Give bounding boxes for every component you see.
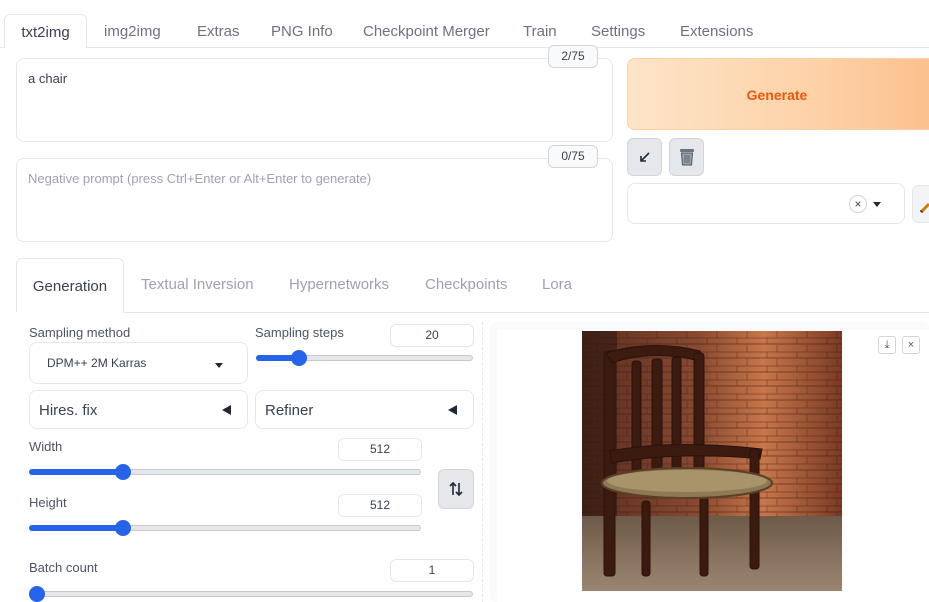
width-input[interactable]: 512: [338, 438, 422, 461]
tab-textual-inversion[interactable]: Textual Inversion: [141, 276, 254, 293]
swap-dimensions-button[interactable]: [438, 469, 474, 509]
tab-img2img[interactable]: img2img: [104, 16, 161, 48]
chevron-down-icon: [215, 363, 223, 368]
negative-prompt-token-counter: 0/75: [548, 145, 598, 168]
slider-thumb[interactable]: [291, 350, 308, 366]
tab-png-info[interactable]: PNG Info: [271, 16, 333, 48]
slider-track: [37, 591, 473, 597]
height-slider[interactable]: [29, 520, 421, 536]
batch-count-slider[interactable]: [29, 586, 473, 602]
tab-txt2img[interactable]: txt2img: [4, 14, 87, 49]
sampling-steps-label: Sampling steps: [255, 325, 344, 340]
collapse-arrow-icon: [222, 405, 231, 415]
batch-count-label: Batch count: [29, 560, 98, 575]
sampling-method-label: Sampling method: [29, 325, 131, 340]
tab-settings[interactable]: Settings: [591, 16, 645, 48]
prompt-token-counter: 2/75: [548, 45, 598, 68]
tab-checkpoints[interactable]: Checkpoints: [425, 276, 508, 293]
slider-thumb[interactable]: [29, 586, 45, 602]
slider-fill: [29, 469, 124, 475]
width-slider[interactable]: [29, 464, 421, 480]
tab-train[interactable]: Train: [523, 16, 557, 48]
chevron-down-icon: [873, 202, 881, 207]
swap-arrows-icon: [449, 481, 463, 497]
tab-checkpoint-merger[interactable]: Checkpoint Merger: [363, 16, 490, 48]
negative-prompt-textarea[interactable]: Negative prompt (press Ctrl+Enter or Alt…: [16, 158, 613, 242]
negative-prompt-placeholder: Negative prompt (press Ctrl+Enter or Alt…: [28, 171, 372, 186]
clear-prompt-button[interactable]: [669, 138, 704, 176]
slider-thumb[interactable]: [115, 520, 132, 536]
hires-fix-accordion[interactable]: Hires. fix: [29, 390, 248, 429]
tab-hypernetworks[interactable]: Hypernetworks: [289, 276, 389, 293]
sampling-steps-slider[interactable]: [256, 350, 473, 366]
batch-count-input[interactable]: 1: [390, 559, 474, 582]
column-divider: [482, 322, 483, 602]
generation-tab-bar: Generation Textual Inversion Hypernetwor…: [16, 258, 929, 313]
pencil-icon: [919, 202, 929, 214]
main-tab-bar: txt2img img2img Extras PNG Info Checkpoi…: [0, 0, 929, 49]
collapse-arrow-icon: [448, 405, 457, 415]
slider-thumb[interactable]: [115, 464, 132, 480]
hires-fix-label: Hires. fix: [39, 402, 98, 419]
close-icon[interactable]: ×: [902, 336, 920, 354]
edit-styles-button[interactable]: [912, 185, 929, 223]
prompt-text: a chair: [28, 71, 68, 86]
height-input[interactable]: 512: [338, 494, 422, 517]
tab-underline: [16, 312, 929, 313]
prompt-textarea[interactable]: a chair: [16, 58, 613, 142]
slider-fill: [29, 525, 124, 531]
sampling-method-value: DPM++ 2M Karras: [47, 356, 147, 370]
styles-dropdown[interactable]: ×: [627, 183, 905, 224]
width-label: Width: [29, 439, 63, 454]
sampling-method-dropdown[interactable]: DPM++ 2M Karras: [29, 342, 248, 384]
clear-styles-icon[interactable]: ×: [849, 195, 867, 213]
trash-icon: [679, 149, 694, 166]
height-label: Height: [29, 495, 67, 510]
download-icon[interactable]: ⤓: [878, 336, 896, 354]
tab-lora[interactable]: Lora: [542, 276, 572, 293]
read-params-button[interactable]: [627, 138, 662, 176]
tab-generation[interactable]: Generation: [16, 258, 124, 313]
arrow-diagonal-icon: [639, 152, 650, 162]
refiner-label: Refiner: [265, 402, 314, 419]
generated-image[interactable]: [582, 331, 842, 591]
sampling-steps-input[interactable]: 20: [390, 324, 474, 347]
generate-button[interactable]: Generate: [627, 58, 929, 130]
tab-extensions[interactable]: Extensions: [680, 16, 753, 48]
refiner-accordion[interactable]: Refiner: [255, 390, 474, 429]
tab-extras[interactable]: Extras: [197, 16, 240, 48]
